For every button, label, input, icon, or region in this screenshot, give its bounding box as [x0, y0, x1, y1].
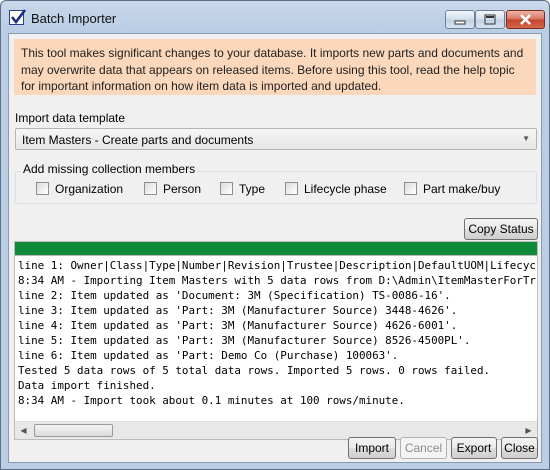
checkbox-box[interactable] — [36, 182, 49, 195]
window-title: Batch Importer — [31, 11, 117, 26]
batch-importer-window: Batch Importer This tool makes significa… — [0, 0, 550, 470]
maximize-icon — [484, 14, 496, 25]
progress-fill — [15, 242, 537, 255]
checkbox-box[interactable] — [404, 182, 417, 195]
close-button[interactable]: Close — [501, 437, 538, 459]
checkbox-label: Type — [239, 182, 266, 196]
export-button[interactable]: Export — [451, 437, 497, 459]
checkbox-label: Lifecycle phase — [304, 182, 387, 196]
checkbox-label: Part make/buy — [423, 182, 501, 196]
scrollbar-thumb[interactable] — [34, 424, 113, 437]
cancel-button[interactable]: Cancel — [400, 437, 447, 459]
warning-message: This tool makes significant changes to y… — [14, 39, 536, 95]
collection-members-title: Add missing collection members — [21, 162, 198, 176]
log-line: line 3: Item updated as 'Part: 3M (Manuf… — [18, 304, 458, 317]
log-line: 8:34 AM - Importing Item Masters with 5 … — [18, 274, 536, 287]
title-bar[interactable]: Batch Importer — [1, 1, 549, 33]
checkbox-icon — [9, 9, 27, 25]
import-template-select[interactable]: Item Masters - Create parts and document… — [15, 128, 537, 150]
maximize-button[interactable] — [475, 10, 505, 29]
log-line: Tested 5 data rows of 5 total data rows.… — [18, 364, 491, 377]
chevron-down-icon: ▼ — [522, 134, 530, 143]
progress-bar — [14, 241, 538, 256]
checkbox-label: Person — [163, 182, 202, 196]
close-icon — [520, 14, 531, 25]
log-line: Data import finished. — [18, 379, 156, 392]
import-button[interactable]: Import — [348, 437, 396, 459]
log-line: line 6: Item updated as 'Part: Demo Co (… — [18, 349, 399, 362]
copy-status-button[interactable]: Copy Status — [464, 218, 538, 240]
import-template-label: Import data template — [15, 111, 126, 125]
status-log[interactable]: line 1: Owner|Class|Type|Number|Revision… — [14, 256, 538, 440]
checkbox-label: Organization — [55, 182, 124, 196]
log-line: line 5: Item updated as 'Part: 3M (Manuf… — [18, 334, 471, 347]
dialog-body: This tool makes significant changes to y… — [8, 33, 542, 463]
scroll-left-icon[interactable]: ◀ — [15, 422, 32, 439]
minimize-button[interactable] — [445, 10, 475, 29]
minimize-icon — [454, 20, 466, 25]
checkbox-box[interactable] — [144, 182, 157, 195]
close-window-button[interactable] — [506, 10, 545, 29]
checkbox-box[interactable] — [285, 182, 298, 195]
log-line: line 4: Item updated as 'Part: 3M (Manuf… — [18, 319, 458, 332]
log-line: line 2: Item updated as 'Document: 3M (S… — [18, 289, 451, 302]
log-line: 8:34 AM - Import took about 0.1 minutes … — [18, 394, 405, 407]
log-line: line 1: Owner|Class|Type|Number|Revision… — [18, 259, 538, 272]
import-template-value: Item Masters - Create parts and document… — [22, 133, 254, 147]
checkbox-box[interactable] — [220, 182, 233, 195]
log-lines: line 1: Owner|Class|Type|Number|Revision… — [18, 258, 538, 408]
